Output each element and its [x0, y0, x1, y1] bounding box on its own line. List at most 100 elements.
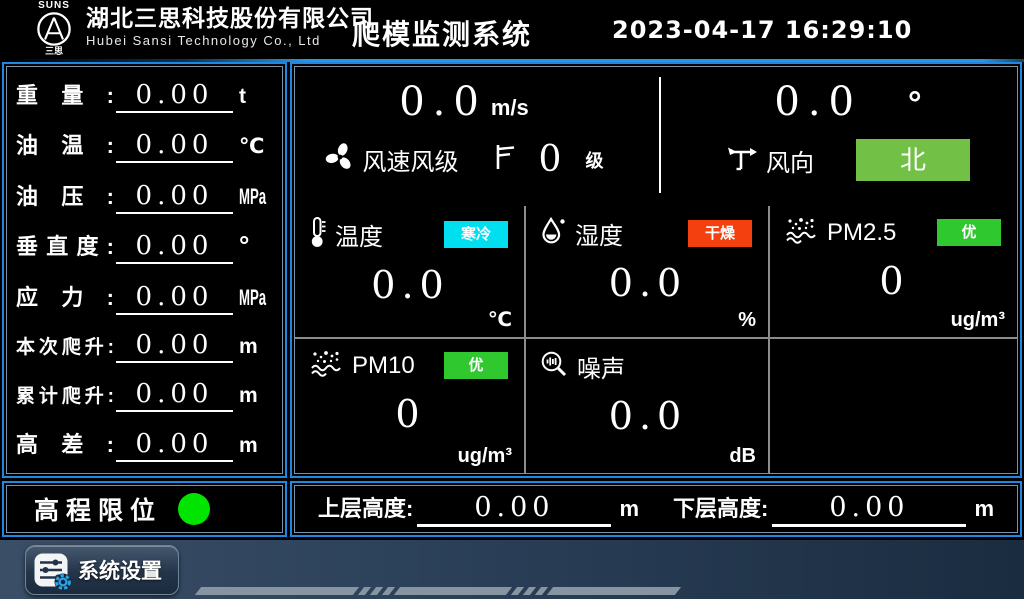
- measurement-unit: m: [239, 384, 275, 408]
- logo-text-bottom: 三思: [28, 47, 80, 56]
- settings-sliders-icon: [34, 553, 68, 587]
- measurement-value: 0.00: [116, 429, 233, 462]
- measurement-value: 0.00: [116, 379, 233, 412]
- dust-icon: [309, 349, 343, 382]
- lower-height-label: 下层高度:: [673, 491, 768, 523]
- upper-height-value: 0.00: [417, 492, 611, 527]
- elevation-limit-indicator: [178, 493, 210, 525]
- measurement-label: 累计爬升:: [16, 381, 114, 408]
- temperature-cell: 温度 寒冷 0.0 ℃: [295, 206, 526, 339]
- wind-speed-label: 风速风级: [363, 142, 459, 177]
- measurement-label: 油温:: [16, 128, 114, 160]
- upper-height-unit: m: [619, 496, 639, 522]
- noise-cell: 噪声 0.0 dB: [526, 339, 770, 473]
- measurement-row-total-climb: 累计爬升: 0.00 m: [16, 379, 275, 412]
- page-title: 爬模监测系统: [352, 13, 532, 53]
- pm25-unit: ug/m³: [951, 309, 1005, 332]
- measurement-unit: m: [239, 335, 275, 359]
- measurement-value: 0.00: [116, 282, 233, 315]
- noise-value: 0.0: [540, 394, 756, 438]
- measurements-panel: 重量: 0.00 t 油温: 0.00 ℃ 油压: 0.00 MPa 垂直度: …: [2, 62, 287, 478]
- logo-text-top: SUNS: [28, 1, 80, 11]
- elevation-limit-label: 高程限位: [34, 491, 162, 527]
- measurement-unit: m: [239, 434, 275, 458]
- footer-decorative-stripes: [198, 587, 678, 595]
- temperature-status-badge: 寒冷: [444, 221, 508, 248]
- company-name: 湖北三思科技股份有限公司 Hubei Sansi Technology Co.,…: [86, 5, 374, 50]
- pm10-value: 0: [309, 392, 512, 436]
- measurement-label: 本次爬升:: [16, 332, 114, 359]
- measurement-value: 0.00: [116, 231, 233, 264]
- measurement-row-stress: 应力: 0.00 MPa: [16, 280, 275, 315]
- measurement-value: 0.00: [116, 330, 233, 363]
- wind-direction-block: 0.0 ° 风向 北: [633, 67, 1017, 206]
- wind-section: 0.0 m/s 风速风级: [295, 67, 1017, 206]
- lower-height-unit: m: [974, 496, 994, 522]
- humidity-unit: %: [738, 309, 756, 332]
- measurement-label: 油压:: [16, 179, 114, 211]
- climbing-formwork-monitor-screen: SUNS 三思 湖北三思科技股份有限公司 Hubei Sansi Technol…: [0, 0, 1024, 599]
- environment-panel: 0.0 m/s 风速风级: [290, 62, 1022, 478]
- measurement-unit: ℃: [239, 134, 275, 159]
- measurement-row-current-climb: 本次爬升: 0.00 m: [16, 330, 275, 363]
- humidity-label: 湿度: [575, 216, 623, 251]
- measurement-value: 0.00: [116, 181, 233, 214]
- wind-direction-value: 0.0: [774, 79, 862, 125]
- company-name-en: Hubei Sansi Technology Co., Ltd: [86, 32, 374, 50]
- pm25-status-badge: 优: [937, 219, 1001, 246]
- pm10-label: PM10: [352, 352, 415, 380]
- wind-speed-value: 0.0: [399, 79, 487, 125]
- company-logo: SUNS 三思: [28, 1, 80, 59]
- dust-icon: [784, 216, 818, 249]
- wind-section-divider: [659, 77, 661, 193]
- wind-speed-unit: m/s: [491, 95, 529, 121]
- temperature-value: 0.0: [309, 263, 512, 307]
- noise-label: 噪声: [577, 349, 625, 384]
- wind-level-value: 0: [539, 139, 562, 180]
- measurement-unit: MPa: [239, 285, 261, 311]
- datetime-display: 2023-04-17 16:29:10: [612, 16, 912, 44]
- measurement-value: 0.00: [116, 130, 233, 163]
- pm25-value: 0: [784, 259, 1005, 303]
- company-name-cn: 湖北三思科技股份有限公司: [86, 5, 374, 32]
- wind-direction-label: 风向: [766, 143, 814, 178]
- upper-height-group: 上层高度: 0.00 m: [318, 491, 639, 527]
- measurement-unit: °: [239, 230, 275, 261]
- measurement-label: 垂直度:: [16, 229, 114, 261]
- layer-heights-panel: 上层高度: 0.00 m 下层高度: 0.00 m: [290, 481, 1022, 537]
- pm10-cell: PM10 优 0 ug/m³: [295, 339, 526, 473]
- logo-circle-icon: [36, 11, 72, 47]
- measurement-row-oil-pressure: 油压: 0.00 MPa: [16, 179, 275, 214]
- lower-height-group: 下层高度: 0.00 m: [673, 491, 994, 527]
- temperature-label: 温度: [335, 217, 383, 252]
- wind-direction-unit: °: [908, 85, 922, 124]
- lower-height-value: 0.00: [772, 492, 966, 527]
- pm25-cell: PM2.5 优 0 ug/m³: [770, 206, 1017, 339]
- fan-icon: [325, 142, 355, 177]
- pm25-label: PM2.5: [827, 219, 896, 247]
- temperature-unit: ℃: [488, 307, 512, 332]
- measurement-value: 0.00: [116, 80, 233, 113]
- wind-level-flag-icon: [493, 142, 517, 177]
- droplet-icon: [540, 216, 566, 251]
- humidity-value: 0.0: [540, 261, 756, 305]
- empty-cell: [770, 339, 1017, 473]
- pm10-unit: ug/m³: [458, 445, 512, 468]
- humidity-cell: 湿度 干燥 0.0 %: [526, 206, 770, 339]
- measurement-row-weight: 重量: 0.00 t: [16, 78, 275, 113]
- thermometer-icon: [309, 216, 326, 253]
- elevation-limit-panel: 高程限位: [2, 481, 287, 537]
- upper-height-label: 上层高度:: [318, 491, 413, 523]
- measurement-label: 应力:: [16, 280, 114, 312]
- measurement-row-height-diff: 高差: 0.00 m: [16, 427, 275, 462]
- wind-vane-icon: [726, 143, 758, 178]
- noise-icon: [540, 350, 568, 383]
- system-settings-button[interactable]: 系统设置: [25, 545, 179, 595]
- gear-icon: [53, 572, 73, 592]
- settings-button-label: 系统设置: [78, 555, 162, 585]
- measurement-label: 高差:: [16, 427, 114, 459]
- wind-level-unit: 级: [585, 147, 603, 173]
- pm10-status-badge: 优: [444, 352, 508, 379]
- humidity-status-badge: 干燥: [688, 220, 752, 247]
- measurement-label: 重量:: [16, 78, 114, 110]
